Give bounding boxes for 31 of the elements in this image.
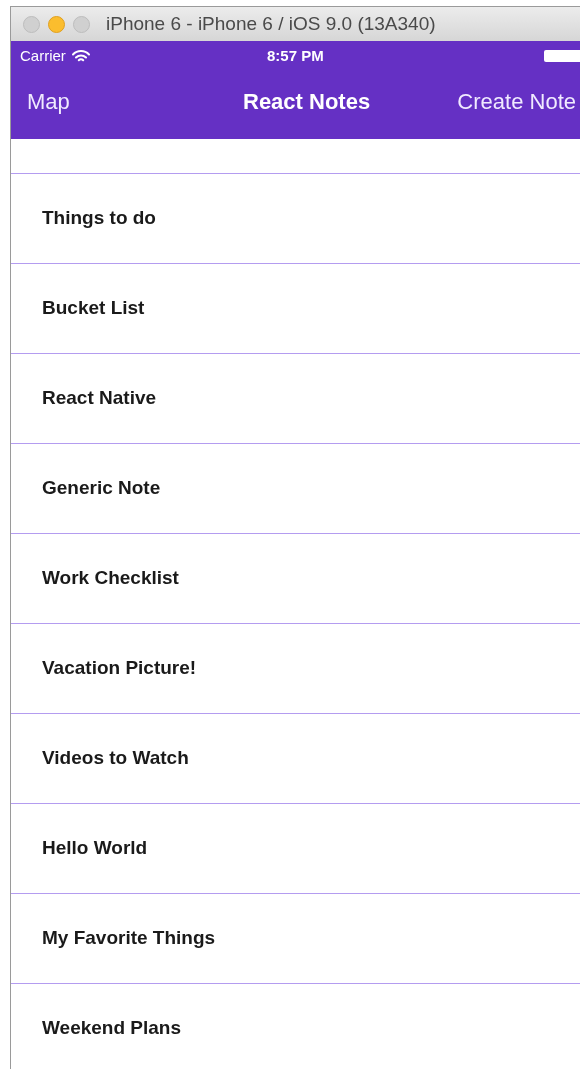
minimize-light-icon[interactable] (48, 15, 65, 33)
note-title: React Native (42, 386, 157, 411)
window-title: iPhone 6 - iPhone 6 / iOS 9.0 (13A340) (106, 11, 436, 36)
note-title: Generic Note (42, 476, 161, 501)
note-title: Videos to Watch (42, 746, 189, 771)
battery-icon (544, 50, 580, 62)
status-time: 8:57 PM (267, 45, 324, 66)
note-title: Things to do (42, 206, 156, 231)
close-light-icon[interactable] (23, 15, 40, 33)
carrier-label: Carrier (20, 45, 66, 66)
map-button[interactable]: Map (27, 84, 70, 118)
note-title: Work Checklist (42, 566, 179, 591)
note-row[interactable]: Bucket List (11, 264, 580, 354)
note-row[interactable]: React Native (11, 354, 580, 444)
nav-title: React Notes (243, 87, 371, 116)
note-row[interactable]: Generic Note (11, 444, 580, 534)
zoom-light-icon[interactable] (73, 15, 90, 33)
note-row[interactable]: Things to do (11, 174, 580, 264)
create-note-button[interactable]: Create Note (457, 84, 576, 118)
note-row[interactable]: Hello World (11, 804, 580, 894)
note-row[interactable]: Videos to Watch (11, 714, 580, 804)
note-title: Weekend Plans (42, 1016, 182, 1041)
note-row[interactable]: Weekend Plans (11, 984, 580, 1069)
note-row[interactable]: My Favorite Things (11, 894, 580, 984)
note-title: Bucket List (42, 296, 145, 321)
wifi-icon (71, 49, 90, 63)
note-title: My Favorite Things (42, 926, 216, 951)
note-row[interactable]: Work Checklist (11, 534, 580, 624)
note-title: Hello World (42, 836, 148, 861)
note-title: Vacation Picture! (42, 656, 197, 681)
note-row[interactable]: Vacation Picture! (11, 624, 580, 714)
